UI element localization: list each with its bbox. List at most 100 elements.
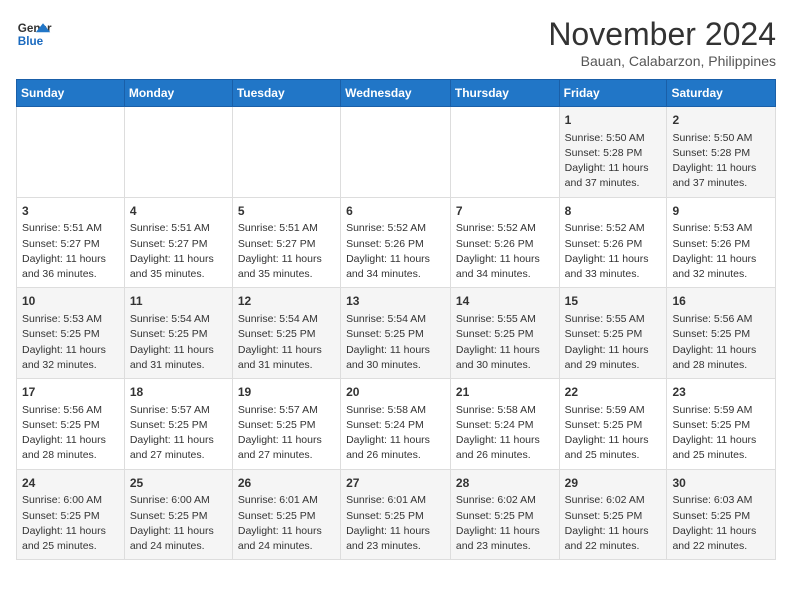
day-info: Sunrise: 5:59 AM Sunset: 5:25 PM Dayligh… bbox=[565, 403, 662, 464]
calendar-cell: 22 Sunrise: 5:59 AM Sunset: 5:25 PM Dayli… bbox=[559, 379, 667, 470]
day-number: 26 bbox=[238, 475, 335, 492]
day-info: Sunrise: 5:52 AM Sunset: 5:26 PM Dayligh… bbox=[346, 221, 445, 282]
calendar-cell: 5Sunrise: 5:51 AM Sunset: 5:27 PM Daylig… bbox=[232, 197, 340, 288]
calendar-cell: 14 Sunrise: 5:55 AM Sunset: 5:25 PM Dayli… bbox=[450, 288, 559, 379]
calendar-cell: 8Sunrise: 5:52 AM Sunset: 5:26 PM Daylig… bbox=[559, 197, 667, 288]
day-number: 13 bbox=[346, 293, 445, 310]
general-blue-logo-icon: General Blue bbox=[16, 16, 52, 52]
day-info: Sunrise: 5:52 AM Sunset: 5:26 PM Dayligh… bbox=[565, 221, 662, 282]
calendar-week-1: 1 Sunrise: 5:50 AM Sunset: 5:28 PM Daylig… bbox=[17, 107, 776, 198]
day-number: 27 bbox=[346, 475, 445, 492]
day-number: 12 bbox=[238, 293, 335, 310]
day-number: 14 bbox=[456, 293, 554, 310]
calendar-cell bbox=[17, 107, 125, 198]
page: General Blue November 2024 Bauan, Calaba… bbox=[0, 0, 792, 570]
day-number: 17 bbox=[22, 384, 119, 401]
day-info: Sunrise: 5:53 AM Sunset: 5:25 PM Dayligh… bbox=[22, 312, 119, 373]
weekday-header-saturday: Saturday bbox=[667, 80, 776, 107]
calendar-cell: 11 Sunrise: 5:54 AM Sunset: 5:25 PM Dayli… bbox=[124, 288, 232, 379]
day-info: Sunrise: 5:50 AM Sunset: 5:28 PM Dayligh… bbox=[565, 131, 662, 192]
day-number: 16 bbox=[672, 293, 770, 310]
day-info: Sunrise: 5:57 AM Sunset: 5:25 PM Dayligh… bbox=[130, 403, 227, 464]
weekday-header-wednesday: Wednesday bbox=[341, 80, 451, 107]
calendar-cell: 6Sunrise: 5:52 AM Sunset: 5:26 PM Daylig… bbox=[341, 197, 451, 288]
day-number: 4 bbox=[130, 203, 227, 220]
calendar-cell: 3Sunrise: 5:51 AM Sunset: 5:27 PM Daylig… bbox=[17, 197, 125, 288]
calendar-table: SundayMondayTuesdayWednesdayThursdayFrid… bbox=[16, 79, 776, 560]
day-number: 18 bbox=[130, 384, 227, 401]
day-number: 3 bbox=[22, 203, 119, 220]
calendar-cell bbox=[341, 107, 451, 198]
calendar-cell: 18 Sunrise: 5:57 AM Sunset: 5:25 PM Dayli… bbox=[124, 379, 232, 470]
calendar-cell: 7Sunrise: 5:52 AM Sunset: 5:26 PM Daylig… bbox=[450, 197, 559, 288]
day-number: 2 bbox=[672, 112, 770, 129]
day-info: Sunrise: 6:01 AM Sunset: 5:25 PM Dayligh… bbox=[346, 493, 445, 554]
day-number: 15 bbox=[565, 293, 662, 310]
title-block: November 2024 Bauan, Calabarzon, Philipp… bbox=[548, 16, 776, 69]
logo: General Blue bbox=[16, 16, 52, 52]
month-title: November 2024 bbox=[548, 16, 776, 53]
calendar-cell: 9Sunrise: 5:53 AM Sunset: 5:26 PM Daylig… bbox=[667, 197, 776, 288]
day-info: Sunrise: 5:50 AM Sunset: 5:28 PM Dayligh… bbox=[672, 131, 770, 192]
day-info: Sunrise: 5:59 AM Sunset: 5:25 PM Dayligh… bbox=[672, 403, 770, 464]
calendar-cell: 27Sunrise: 6:01 AM Sunset: 5:25 PM Dayli… bbox=[341, 469, 451, 560]
location: Bauan, Calabarzon, Philippines bbox=[548, 53, 776, 69]
calendar-header: SundayMondayTuesdayWednesdayThursdayFrid… bbox=[17, 80, 776, 107]
calendar-cell: 16 Sunrise: 5:56 AM Sunset: 5:25 PM Dayli… bbox=[667, 288, 776, 379]
day-info: Sunrise: 5:55 AM Sunset: 5:25 PM Dayligh… bbox=[456, 312, 554, 373]
day-info: Sunrise: 6:03 AM Sunset: 5:25 PM Dayligh… bbox=[672, 493, 770, 554]
day-number: 7 bbox=[456, 203, 554, 220]
calendar-cell: 30Sunrise: 6:03 AM Sunset: 5:25 PM Dayli… bbox=[667, 469, 776, 560]
calendar-cell bbox=[450, 107, 559, 198]
calendar-cell: 20Sunrise: 5:58 AM Sunset: 5:24 PM Dayli… bbox=[341, 379, 451, 470]
day-number: 21 bbox=[456, 384, 554, 401]
calendar-week-2: 3Sunrise: 5:51 AM Sunset: 5:27 PM Daylig… bbox=[17, 197, 776, 288]
calendar-cell: 12Sunrise: 5:54 AM Sunset: 5:25 PM Dayli… bbox=[232, 288, 340, 379]
day-number: 19 bbox=[238, 384, 335, 401]
header: General Blue November 2024 Bauan, Calaba… bbox=[16, 16, 776, 69]
weekday-header-friday: Friday bbox=[559, 80, 667, 107]
day-info: Sunrise: 6:01 AM Sunset: 5:25 PM Dayligh… bbox=[238, 493, 335, 554]
day-number: 23 bbox=[672, 384, 770, 401]
svg-text:Blue: Blue bbox=[18, 35, 44, 48]
weekday-header-tuesday: Tuesday bbox=[232, 80, 340, 107]
day-number: 6 bbox=[346, 203, 445, 220]
day-info: Sunrise: 5:54 AM Sunset: 5:25 PM Dayligh… bbox=[130, 312, 227, 373]
calendar-cell: 24Sunrise: 6:00 AM Sunset: 5:25 PM Dayli… bbox=[17, 469, 125, 560]
calendar-cell: 28Sunrise: 6:02 AM Sunset: 5:25 PM Dayli… bbox=[450, 469, 559, 560]
weekday-header-thursday: Thursday bbox=[450, 80, 559, 107]
weekday-header-monday: Monday bbox=[124, 80, 232, 107]
day-number: 30 bbox=[672, 475, 770, 492]
calendar-cell: 25Sunrise: 6:00 AM Sunset: 5:25 PM Dayli… bbox=[124, 469, 232, 560]
day-number: 22 bbox=[565, 384, 662, 401]
day-info: Sunrise: 6:00 AM Sunset: 5:25 PM Dayligh… bbox=[130, 493, 227, 554]
calendar-cell: 19Sunrise: 5:57 AM Sunset: 5:25 PM Dayli… bbox=[232, 379, 340, 470]
calendar-cell: 4Sunrise: 5:51 AM Sunset: 5:27 PM Daylig… bbox=[124, 197, 232, 288]
day-info: Sunrise: 5:51 AM Sunset: 5:27 PM Dayligh… bbox=[238, 221, 335, 282]
calendar-cell bbox=[124, 107, 232, 198]
day-number: 11 bbox=[130, 293, 227, 310]
calendar-cell: 23 Sunrise: 5:59 AM Sunset: 5:25 PM Dayli… bbox=[667, 379, 776, 470]
calendar-week-4: 17 Sunrise: 5:56 AM Sunset: 5:25 PM Dayli… bbox=[17, 379, 776, 470]
calendar-cell: 13 Sunrise: 5:54 AM Sunset: 5:25 PM Dayli… bbox=[341, 288, 451, 379]
calendar-body: 1 Sunrise: 5:50 AM Sunset: 5:28 PM Daylig… bbox=[17, 107, 776, 560]
day-info: Sunrise: 5:54 AM Sunset: 5:25 PM Dayligh… bbox=[346, 312, 445, 373]
calendar-cell: 21 Sunrise: 5:58 AM Sunset: 5:24 PM Dayli… bbox=[450, 379, 559, 470]
calendar-cell: 17 Sunrise: 5:56 AM Sunset: 5:25 PM Dayli… bbox=[17, 379, 125, 470]
day-info: Sunrise: 5:56 AM Sunset: 5:25 PM Dayligh… bbox=[672, 312, 770, 373]
calendar-week-3: 10 Sunrise: 5:53 AM Sunset: 5:25 PM Dayli… bbox=[17, 288, 776, 379]
day-info: Sunrise: 5:58 AM Sunset: 5:24 PM Dayligh… bbox=[456, 403, 554, 464]
day-info: Sunrise: 5:51 AM Sunset: 5:27 PM Dayligh… bbox=[22, 221, 119, 282]
calendar-cell: 29Sunrise: 6:02 AM Sunset: 5:25 PM Dayli… bbox=[559, 469, 667, 560]
calendar-cell: 1 Sunrise: 5:50 AM Sunset: 5:28 PM Daylig… bbox=[559, 107, 667, 198]
day-number: 10 bbox=[22, 293, 119, 310]
day-info: Sunrise: 5:58 AM Sunset: 5:24 PM Dayligh… bbox=[346, 403, 445, 464]
calendar-cell: 2 Sunrise: 5:50 AM Sunset: 5:28 PM Daylig… bbox=[667, 107, 776, 198]
day-number: 8 bbox=[565, 203, 662, 220]
day-number: 1 bbox=[565, 112, 662, 129]
day-info: Sunrise: 5:53 AM Sunset: 5:26 PM Dayligh… bbox=[672, 221, 770, 282]
day-number: 9 bbox=[672, 203, 770, 220]
weekday-header-sunday: Sunday bbox=[17, 80, 125, 107]
day-info: Sunrise: 5:56 AM Sunset: 5:25 PM Dayligh… bbox=[22, 403, 119, 464]
day-number: 29 bbox=[565, 475, 662, 492]
